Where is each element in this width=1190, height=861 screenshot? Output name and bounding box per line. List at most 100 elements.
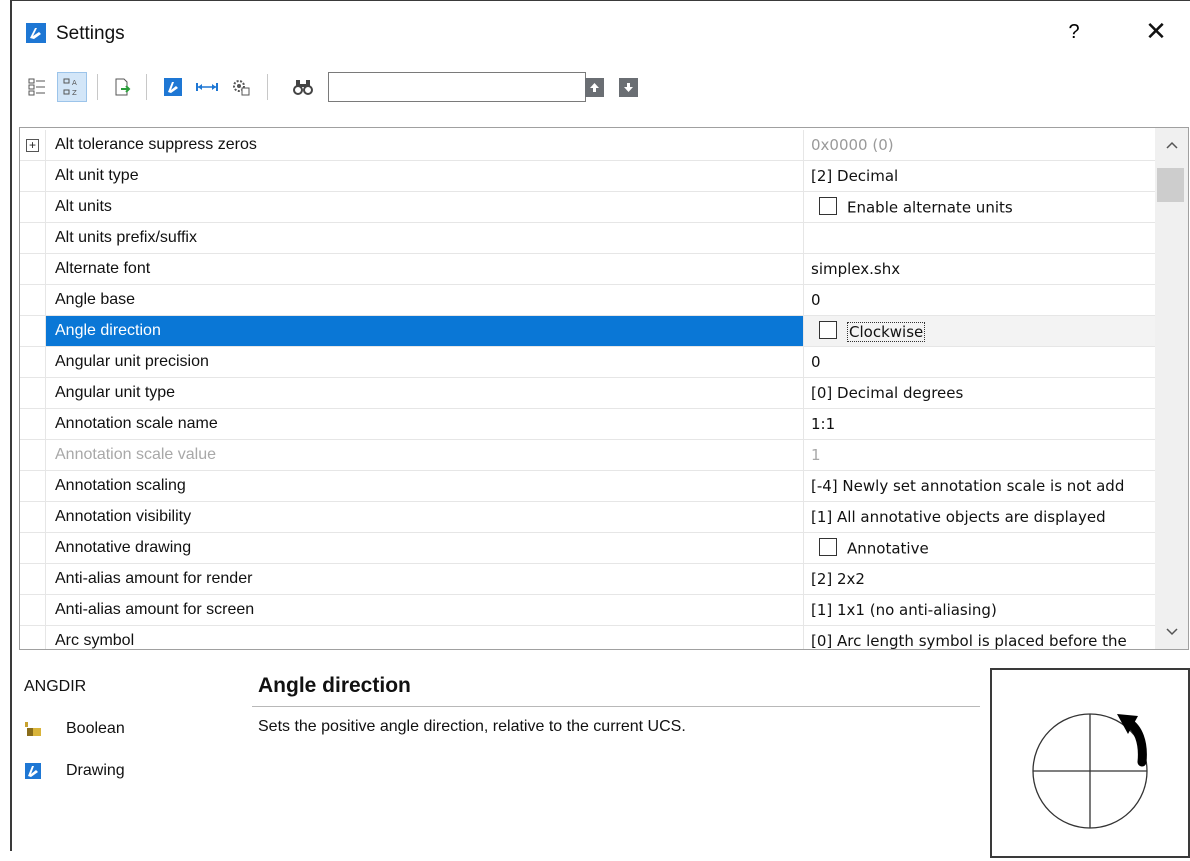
expander-cell: [20, 223, 46, 253]
expander-cell: [20, 595, 46, 625]
setting-value[interactable]: [-4] Newly set annotation scale is not a…: [803, 471, 1155, 501]
svg-text:Z: Z: [72, 89, 77, 97]
setting-value[interactable]: [0] Arc length symbol is placed before t…: [803, 626, 1155, 649]
find-next-icon[interactable]: [619, 78, 638, 97]
table-row[interactable]: Annotation scaling [-4] Newly set annota…: [20, 471, 1155, 502]
table-row[interactable]: Alternate font simplex.shx: [20, 254, 1155, 285]
table-row[interactable]: Alt units Enable alternate units: [20, 192, 1155, 223]
alphabetical-view-icon[interactable]: A Z: [57, 72, 87, 102]
setting-scope-label: Drawing: [66, 762, 125, 779]
close-button[interactable]: ✕: [1140, 15, 1172, 47]
expander-cell: [20, 192, 46, 222]
expander-cell: [20, 409, 46, 439]
clockwise-checkbox[interactable]: [819, 321, 837, 339]
expander-cell: +: [20, 130, 46, 160]
table-row[interactable]: Anti-alias amount for render [2] 2x2: [20, 564, 1155, 595]
setting-name: Alt tolerance suppress zeros: [55, 136, 257, 153]
description-divider: [252, 706, 980, 707]
expander-cell: [20, 254, 46, 284]
expand-icon[interactable]: +: [26, 139, 39, 152]
annotative-checkbox[interactable]: [819, 538, 837, 556]
setting-value[interactable]: [1] 1x1 (no anti-aliasing): [803, 595, 1155, 625]
vertical-scrollbar[interactable]: [1155, 128, 1188, 649]
setting-name: Annotative drawing: [55, 539, 192, 556]
find-previous-icon[interactable]: [585, 78, 604, 97]
table-row[interactable]: Angle base 0: [20, 285, 1155, 316]
help-button[interactable]: ?: [1062, 17, 1086, 47]
expander-cell: [20, 161, 46, 191]
table-row[interactable]: Alt units prefix/suffix: [20, 223, 1155, 254]
setting-name: Anti-alias amount for screen: [55, 601, 255, 618]
window-title: Settings: [56, 23, 125, 44]
boolean-type-icon: [24, 720, 42, 738]
dimension-settings-icon[interactable]: [192, 72, 222, 102]
setting-name: Annotation scaling: [55, 477, 186, 494]
categorized-view-icon[interactable]: [22, 72, 52, 102]
setting-type-label: Boolean: [66, 720, 125, 737]
expander-cell: [20, 626, 46, 649]
expander-cell: [20, 285, 46, 315]
checkbox-label: Annotative: [847, 539, 929, 558]
window-border-left: [10, 0, 12, 851]
setting-value[interactable]: 1:1: [803, 409, 1155, 439]
scrollbar-thumb[interactable]: [1157, 168, 1184, 202]
toolbar-separator: [267, 74, 268, 100]
setting-value[interactable]: 0x0000 (0): [803, 130, 1155, 160]
table-row: Annotation scale value 1: [20, 440, 1155, 471]
drawing-settings-icon[interactable]: [158, 72, 188, 102]
setting-name: Alt units: [55, 198, 112, 215]
table-row-selected[interactable]: Angle direction Clockwise: [20, 316, 1155, 347]
checkbox-label: Enable alternate units: [847, 198, 1013, 217]
description-title: Angle direction: [258, 674, 411, 697]
setting-value[interactable]: [0] Decimal degrees: [803, 378, 1155, 408]
table-row[interactable]: Annotative drawing Annotative: [20, 533, 1155, 564]
search-input[interactable]: [328, 72, 586, 102]
table-row[interactable]: Annotation scale name 1:1: [20, 409, 1155, 440]
setting-name: Anti-alias amount for render: [55, 570, 253, 587]
setting-value[interactable]: Enable alternate units: [803, 192, 1155, 222]
setting-value[interactable]: [803, 223, 1155, 253]
setting-name: Annotation scale name: [55, 415, 218, 432]
setting-value[interactable]: 0: [803, 285, 1155, 315]
checkbox-label: Clockwise: [847, 321, 926, 342]
setting-name: Alternate font: [55, 260, 151, 277]
setting-type: Boolean: [24, 718, 125, 740]
scroll-down-icon[interactable]: [1155, 617, 1188, 647]
drawing-scope-icon: [24, 762, 42, 780]
app-logo-icon: [26, 23, 46, 43]
table-row[interactable]: Angular unit type [0] Decimal degrees: [20, 378, 1155, 409]
setting-value[interactable]: [2] Decimal: [803, 161, 1155, 191]
table-row[interactable]: + Alt tolerance suppress zeros 0x0000 (0…: [20, 130, 1155, 161]
expander-cell: [20, 502, 46, 532]
setting-variable-name: ANGDIR: [24, 678, 87, 695]
setting-value[interactable]: [1] All annotative objects are displayed: [803, 502, 1155, 532]
table-row[interactable]: Annotation visibility [1] All annotative…: [20, 502, 1155, 533]
setting-value[interactable]: Clockwise: [803, 316, 1155, 346]
expander-cell: [20, 564, 46, 594]
angle-direction-preview: [990, 668, 1190, 858]
setting-value[interactable]: 0: [803, 347, 1155, 377]
setting-name: Arc symbol: [55, 632, 135, 649]
expander-cell: [20, 378, 46, 408]
setting-name: Angular unit type: [55, 384, 176, 401]
toolbar-separator: [146, 74, 147, 100]
table-row[interactable]: Arc symbol [0] Arc length symbol is plac…: [20, 626, 1155, 649]
toolbar: A Z: [12, 62, 1190, 110]
setting-value[interactable]: simplex.shx: [803, 254, 1155, 284]
setting-value[interactable]: Annotative: [803, 533, 1155, 563]
setting-name: Angle base: [55, 291, 136, 308]
settings-grid: + Alt tolerance suppress zeros 0x0000 (0…: [19, 127, 1189, 650]
alt-units-checkbox[interactable]: [819, 197, 837, 215]
setting-name: Annotation visibility: [55, 508, 192, 525]
svg-text:A: A: [72, 79, 77, 87]
user-preferences-icon[interactable]: [226, 72, 256, 102]
scroll-up-icon[interactable]: [1155, 130, 1188, 160]
expander-cell: [20, 440, 46, 470]
export-icon[interactable]: [107, 72, 137, 102]
table-row[interactable]: Anti-alias amount for screen [1] 1x1 (no…: [20, 595, 1155, 626]
setting-value[interactable]: [2] 2x2: [803, 564, 1155, 594]
find-icon[interactable]: [288, 72, 318, 102]
table-row[interactable]: Alt unit type [2] Decimal: [20, 161, 1155, 192]
table-row[interactable]: Angular unit precision 0: [20, 347, 1155, 378]
setting-name: Annotation scale value: [55, 446, 216, 463]
